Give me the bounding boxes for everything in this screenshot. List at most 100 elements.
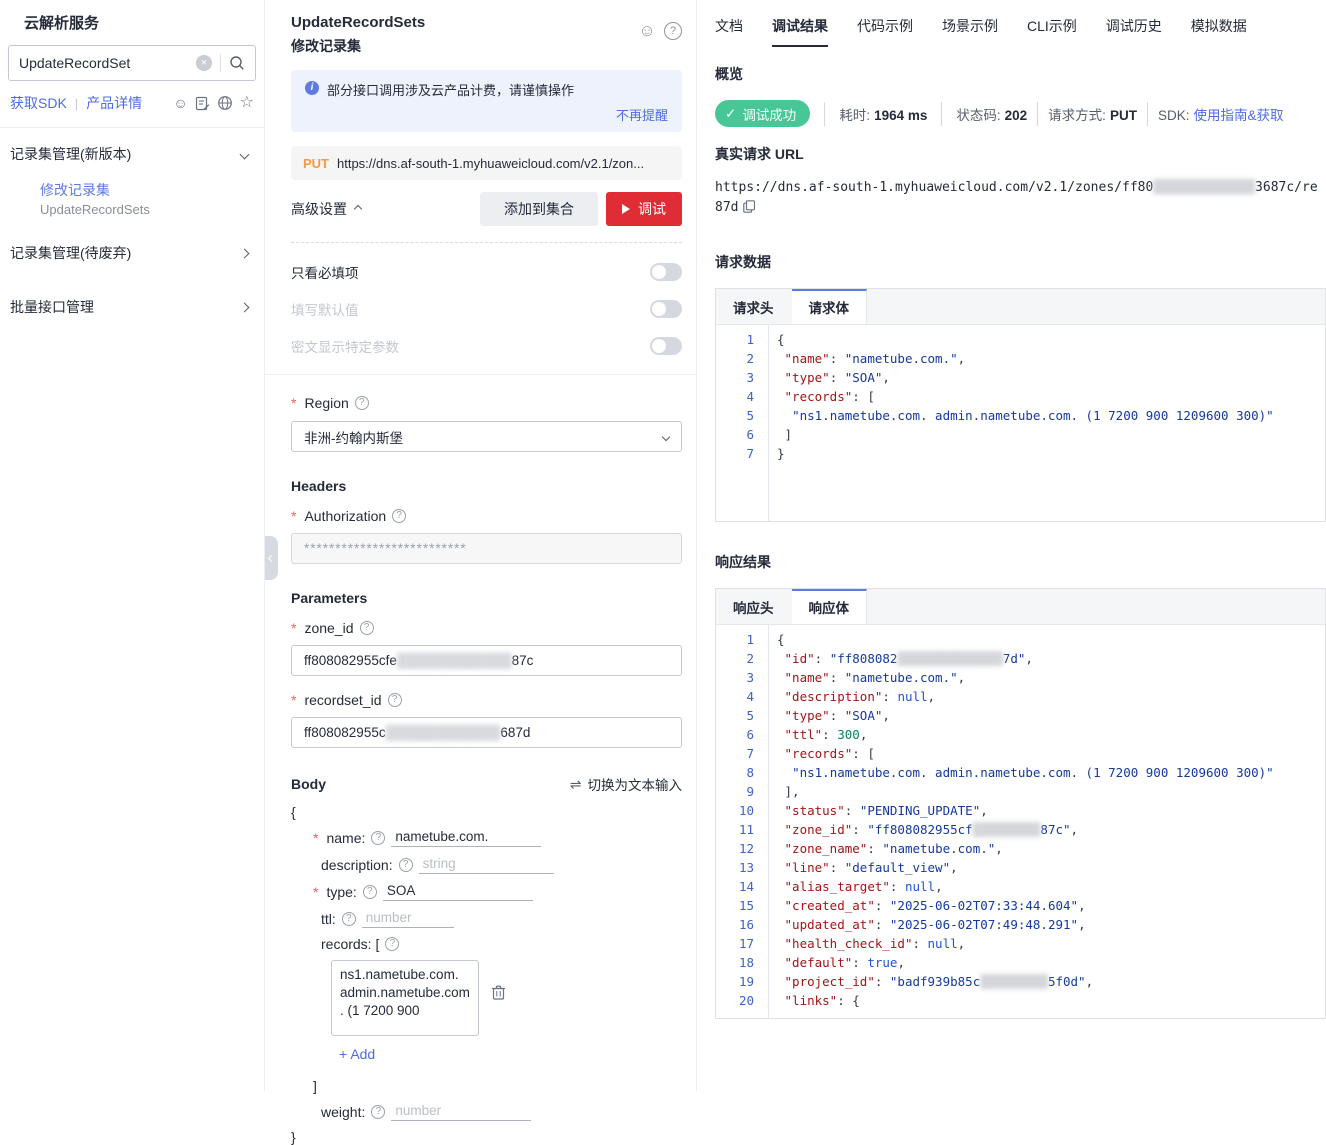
help-icon[interactable]: ? — [664, 22, 682, 40]
result-tab[interactable]: 代码示例 — [857, 16, 913, 47]
help-icon[interactable]: ? — [342, 912, 356, 926]
region-select[interactable]: 非洲-约翰内斯堡 — [291, 421, 682, 452]
help-icon[interactable]: ? — [360, 621, 374, 635]
authorization-field[interactable]: ************************** — [291, 533, 682, 564]
line-number: 6 — [716, 725, 768, 744]
line-number: 7 — [716, 444, 768, 463]
line-number: 16 — [716, 915, 768, 934]
duration-value: 1964 ms — [874, 108, 927, 123]
panel-tab[interactable]: 响应体 — [792, 589, 868, 624]
help-icon[interactable]: ? — [371, 1105, 385, 1119]
panel-tab[interactable]: 请求体 — [792, 289, 868, 324]
result-tab[interactable]: 模拟数据 — [1191, 16, 1247, 47]
toggle-label: 密文显示特定参数 — [291, 336, 399, 356]
product-details-link[interactable]: 产品详情 — [86, 93, 142, 113]
globe-icon[interactable] — [217, 95, 233, 111]
overview-title: 概览 — [715, 64, 1326, 84]
advanced-settings-toggle[interactable]: 高级设置 — [291, 199, 361, 219]
method-item: 请求方式:PUT — [1048, 104, 1137, 124]
doc-edit-icon[interactable] — [195, 96, 210, 111]
divider — [1147, 102, 1148, 126]
add-record-button[interactable]: + Add — [339, 1046, 682, 1062]
sidebar-group-recordset-deprecated[interactable]: 记录集管理(待废弃) — [0, 227, 264, 275]
sidebar-group-batch[interactable]: 批量接口管理 — [0, 281, 264, 329]
feedback-smiley-icon[interactable]: ☺ — [173, 95, 187, 111]
debug-button[interactable]: 调试 — [606, 192, 682, 226]
help-icon[interactable]: ? — [371, 831, 385, 845]
result-tab[interactable]: 调试结果 — [772, 16, 828, 47]
plus-icon: + — [339, 1046, 347, 1062]
region-label: Region — [304, 395, 348, 411]
toggle-row: 填写默认值 — [291, 290, 682, 327]
check-icon: ✓ — [725, 106, 736, 122]
authorization-label: Authorization — [304, 508, 386, 524]
favorite-star-icon[interactable]: ☆ — [240, 95, 254, 111]
field-input[interactable]: nametube.com. — [391, 828, 541, 847]
chevron-up-icon — [354, 205, 362, 213]
field-input[interactable]: string — [419, 855, 554, 874]
collapse-panel-handle[interactable] — [265, 536, 278, 580]
code-line: 18 "default": true, — [716, 953, 1325, 972]
search-icon[interactable] — [229, 55, 245, 71]
clear-icon[interactable]: × — [196, 55, 212, 71]
field-input[interactable]: SOA — [383, 882, 533, 901]
sidebar-item-update-recordsets[interactable]: 修改记录集 UpdateRecordSets — [0, 176, 264, 227]
copy-icon[interactable] — [743, 200, 755, 213]
recordset-id-field[interactable]: ff808082955c████████████687d — [291, 717, 682, 748]
request-body-code: 1{2 "name": "nametube.com.",3 "type": "S… — [716, 325, 1325, 521]
toggle-switch[interactable] — [650, 263, 682, 281]
feedback-smiley-icon[interactable]: ☺ — [638, 22, 656, 40]
code-line: 19 "project_id": "badf939b85c█████████5f… — [716, 972, 1325, 991]
group-label: 记录集管理(新版本) — [10, 144, 131, 164]
help-icon[interactable]: ? — [355, 396, 369, 410]
help-icon[interactable]: ? — [385, 937, 399, 951]
api-cn-name: 修改记录集 — [291, 36, 425, 56]
status-code-item: 状态码:202 — [956, 104, 1027, 124]
add-to-collection-button[interactable]: 添加到集合 — [480, 192, 598, 226]
response-data-panel: 响应头响应体 1{2 "id": "ff808082██████████████… — [715, 588, 1326, 1019]
switch-to-text-input[interactable]: ⇌ 切换为文本输入 — [570, 774, 682, 794]
play-icon — [622, 204, 630, 214]
result-tab[interactable]: 调试历史 — [1106, 16, 1162, 47]
help-icon[interactable]: ? — [392, 509, 406, 523]
result-tab[interactable]: 场景示例 — [942, 16, 998, 47]
code-line: 4 "records": [ — [716, 387, 1325, 406]
zone-id-prefix: ff808082955cfe — [304, 653, 397, 668]
field-input[interactable]: number — [391, 1102, 531, 1121]
code-line: 2 "id": "ff808082██████████████7d", — [716, 649, 1325, 668]
help-icon[interactable]: ? — [363, 885, 377, 899]
debug-label: 调试 — [638, 199, 666, 219]
sidebar-group-recordset-new[interactable]: 记录集管理(新版本) — [0, 128, 264, 176]
panel-tab[interactable]: 请求头 — [716, 289, 792, 324]
divider — [1037, 102, 1038, 126]
body-open-brace: { — [291, 804, 682, 820]
api-search-box[interactable]: × — [8, 45, 256, 81]
add-label: Add — [350, 1046, 375, 1062]
line-number: 12 — [716, 839, 768, 858]
headers-section-title: Headers — [291, 478, 682, 494]
get-sdk-link[interactable]: 获取SDK — [10, 93, 67, 113]
response-body-code: 1{2 "id": "ff808082██████████████7d",3 "… — [716, 625, 1325, 1018]
sdk-guide-link[interactable]: 使用指南&获取 — [1193, 108, 1283, 123]
dismiss-notice-link[interactable]: 不再提醒 — [305, 105, 668, 124]
help-icon[interactable]: ? — [388, 693, 402, 707]
result-tab[interactable]: CLI示例 — [1027, 16, 1077, 47]
request-tabs: 请求头请求体 — [716, 289, 1325, 325]
recordset-id-suffix: 687d — [500, 725, 530, 740]
result-panel: 文档调试结果代码示例场景示例CLI示例调试历史模拟数据 概览 ✓ 调试成功 耗时… — [697, 0, 1326, 1091]
chevron-right-icon — [240, 248, 250, 258]
field-input[interactable]: number — [362, 909, 454, 928]
body-field-row: ttl:?number — [313, 909, 682, 928]
panel-tab[interactable]: 响应头 — [716, 589, 792, 624]
zone-id-field[interactable]: ff808082955cfe████████████87c — [291, 645, 682, 676]
record-value-textarea[interactable]: ns1.nametube.com. admin.nametube.com. (1… — [331, 960, 479, 1036]
delete-record-icon[interactable] — [491, 984, 506, 1000]
result-tab[interactable]: 文档 — [715, 16, 743, 47]
code-line: 5 "ns1.nametube.com. admin.nametube.com.… — [716, 406, 1325, 425]
search-input[interactable] — [19, 55, 196, 71]
code-line: 14 "alias_target": null, — [716, 877, 1325, 896]
toggle-switch[interactable] — [650, 337, 682, 355]
code-line: 20 "links": { — [716, 991, 1325, 1010]
help-icon[interactable]: ? — [399, 858, 413, 872]
toggle-switch[interactable] — [650, 300, 682, 318]
